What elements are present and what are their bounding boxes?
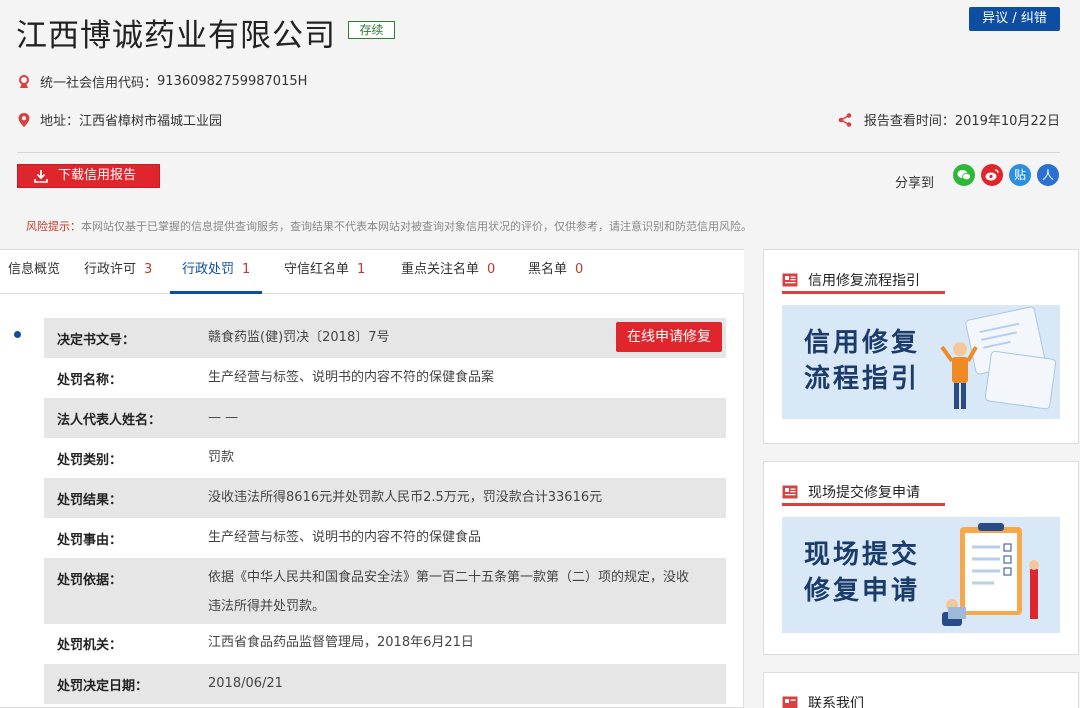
- report-time-value: 2019年10月22日: [954, 114, 1060, 129]
- table-row: 法人代表人姓名： — —: [44, 398, 726, 438]
- record-bullet: [14, 331, 21, 338]
- objection-button[interactable]: 异议 / 纠错: [969, 7, 1060, 31]
- repair-guide-banner[interactable]: 信用修复 流程指引: [782, 305, 1060, 419]
- header-divider: [17, 152, 1060, 153]
- document-icon: [782, 485, 798, 499]
- document-illustration-icon: [940, 306, 1057, 410]
- company-name: 江西博诚药业有限公司: [16, 18, 336, 54]
- tieba-icon[interactable]: 贴: [1009, 164, 1031, 186]
- company-header: 江西博诚药业有限公司 存续 异议 / 纠错 统一社会信用代码： 91360982…: [0, 0, 1080, 208]
- share-label: 分享到: [895, 176, 935, 191]
- row-label: 处罚机关：: [57, 638, 123, 653]
- row-label: 法人代表人姓名：: [57, 413, 162, 428]
- penalty-detail-table: 决定书文号： 赣食药监(健)罚决〔2018〕7号 在线申请修复 处罚名称： 生产…: [44, 318, 726, 704]
- banner-line-1: 信用修复: [804, 328, 921, 358]
- onsite-repair-card: 现场提交修复申请 现场提交 修复申请: [763, 461, 1079, 655]
- download-report-label: 下载信用报告: [58, 168, 137, 183]
- document-icon: [782, 273, 798, 287]
- clipboard-illustration-icon: [942, 523, 1039, 626]
- tab-black-list[interactable]: 黑名单 0: [528, 250, 583, 294]
- renren-icon[interactable]: 人: [1037, 164, 1059, 186]
- download-icon: [34, 170, 48, 183]
- document-icon: [782, 696, 798, 708]
- table-row: 处罚机关： 江西省食品药品监督管理局，2018年6月21日: [44, 624, 726, 664]
- info-tabs: 信息概览 行政许可 3 行政处罚 1 守信红名单 1 重点关注名单 0 黑名单 0: [0, 250, 744, 294]
- weibo-icon[interactable]: [981, 164, 1003, 186]
- banner-line-1: 现场提交: [804, 540, 921, 570]
- risk-tip-label: 风险提示：: [26, 220, 81, 233]
- tab-red-list[interactable]: 守信红名单 1: [284, 250, 365, 294]
- table-row: 处罚决定日期： 2018/06/21: [44, 664, 726, 704]
- row-label: 处罚决定日期：: [57, 679, 149, 694]
- row-label: 处罚事由：: [57, 533, 123, 548]
- row-value: 依据《中华人民共和国食品安全法》第一百二十五条第一款第（二）项的规定，没收: [208, 570, 690, 585]
- table-row: 处罚类别： 罚款: [44, 438, 726, 478]
- onsite-repair-title: 现场提交修复申请: [782, 482, 920, 502]
- status-badge: 存续: [348, 21, 395, 39]
- title-underline: [782, 291, 945, 294]
- row-value: 2018/06/21: [208, 676, 283, 691]
- row-value: 赣食药监(健)罚决〔2018〕7号: [208, 330, 390, 345]
- address-label: 地址：: [40, 114, 80, 129]
- report-time-row: 报告查看时间： 2019年10月22日: [838, 110, 1060, 129]
- repair-guide-card: 信用修复流程指引 信用修复 流程指引: [763, 249, 1079, 444]
- credit-code-value: 91360982759987015H: [157, 74, 308, 89]
- row-label: 处罚名称：: [57, 373, 123, 388]
- seal-icon: [19, 74, 29, 88]
- row-value: 江西省食品药品监督管理局，2018年6月21日: [208, 635, 474, 650]
- table-row: 决定书文号： 赣食药监(健)罚决〔2018〕7号 在线申请修复: [44, 318, 726, 358]
- table-row: 处罚依据： 依据《中华人民共和国食品安全法》第一百二十五条第一款第（二）项的规定…: [44, 558, 726, 624]
- table-row: 处罚结果： 没收违法所得8616元并处罚款人民币2.5万元，罚没款合计33616…: [44, 478, 726, 518]
- tab-admin-license[interactable]: 行政许可 3: [84, 250, 152, 294]
- row-value: 生产经营与标签、说明书的内容不符的保健食品案: [208, 370, 495, 385]
- location-pin-icon: [18, 112, 30, 127]
- tab-admin-penalty[interactable]: 行政处罚 1: [170, 250, 263, 294]
- row-label: 处罚依据：: [57, 573, 123, 588]
- credit-code-label: 统一社会信用代码：: [40, 76, 158, 91]
- credit-code-row: 统一社会信用代码： 91360982759987015H: [17, 72, 307, 91]
- row-label: 决定书文号：: [57, 333, 136, 348]
- row-value: 生产经营与标签、说明书的内容不符的保健食品: [208, 530, 482, 545]
- penalty-panel: 信息概览 行政许可 3 行政处罚 1 守信红名单 1 重点关注名单 0 黑名单 0 决定书…: [0, 249, 744, 708]
- row-label: 处罚类别：: [57, 453, 123, 468]
- row-value-continued: 违法所得并处罚款。: [208, 599, 326, 614]
- wechat-icon[interactable]: [953, 164, 975, 186]
- download-report-button[interactable]: 下载信用报告: [17, 164, 160, 188]
- table-row: 处罚事由： 生产经营与标签、说明书的内容不符的保健食品: [44, 518, 726, 558]
- address-value: 江西省樟树市福城工业园: [79, 114, 223, 129]
- banner-line-2: 流程指引: [804, 364, 921, 394]
- online-repair-button[interactable]: 在线申请修复: [616, 322, 722, 352]
- risk-tip: 风险提示：本网站仅基于已掌握的信息提供查询服务，查询结果不代表本网站对被查询对象…: [26, 218, 752, 234]
- address-row: 地址： 江西省樟树市福城工业园: [17, 110, 222, 129]
- tab-overview[interactable]: 信息概览: [8, 250, 60, 294]
- title-underline: [782, 503, 945, 506]
- report-time-label: 报告查看时间：: [863, 114, 955, 129]
- banner-line-2: 修复申请: [804, 576, 921, 606]
- risk-tip-text: 本网站仅基于已掌握的信息提供查询服务，查询结果不代表本网站对被查询对象信用状况的…: [81, 220, 752, 233]
- row-value: 罚款: [208, 450, 235, 465]
- share-node-icon: [838, 112, 852, 127]
- table-row: 处罚名称： 生产经营与标签、说明书的内容不符的保健食品案: [44, 358, 726, 398]
- tab-watch-list[interactable]: 重点关注名单 0: [401, 250, 495, 294]
- row-label: 处罚结果：: [57, 493, 123, 508]
- contact-card: 联系我们: [763, 672, 1079, 708]
- row-value: 没收违法所得8616元并处罚款人民币2.5万元，罚没款合计33616元: [208, 490, 603, 505]
- repair-guide-title: 信用修复流程指引: [782, 270, 920, 290]
- onsite-repair-banner[interactable]: 现场提交 修复申请: [782, 517, 1060, 633]
- row-value: — —: [208, 410, 239, 425]
- contact-title: 联系我们: [782, 693, 864, 708]
